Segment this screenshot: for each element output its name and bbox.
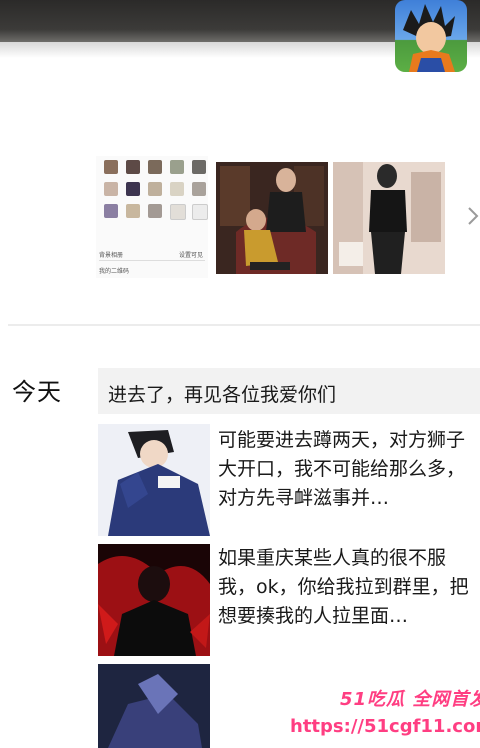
post-image[interactable] bbox=[98, 544, 210, 656]
settings-screenshot-thumb[interactable]: 背景相册 设置可见 我的二维码 bbox=[96, 156, 208, 278]
text-post[interactable]: 进去了，再见各位我爱你们 bbox=[98, 368, 480, 414]
text-post-content: 进去了，再见各位我爱你们 bbox=[108, 384, 337, 406]
photo-strip: 背景相册 设置可见 我的二维码 bbox=[96, 156, 480, 278]
date-label: 今天 bbox=[12, 378, 62, 406]
settings-row-qrcode: 我的二维码 bbox=[99, 268, 130, 275]
settings-row-album: 背景相册 设置可见 bbox=[99, 252, 204, 259]
post-image[interactable] bbox=[98, 424, 210, 536]
anime-character-icon bbox=[403, 4, 455, 72]
post-image[interactable] bbox=[98, 664, 210, 748]
watermark-url: https://51cgf11.com bbox=[290, 716, 480, 737]
chevron-right-icon[interactable] bbox=[466, 206, 480, 226]
section-divider bbox=[8, 324, 480, 326]
post-text: 如果重庆某些人真的很不服我，ok，你给我拉到群里，把想要揍我的人拉里面… bbox=[218, 547, 469, 627]
photo-thumb-man-room[interactable] bbox=[333, 162, 445, 274]
photo-thumb-man-sofa[interactable] bbox=[216, 162, 328, 274]
profile-avatar[interactable] bbox=[395, 0, 467, 72]
post-text: 可能要进去蹲两天，对方狮子大开口，我不可能给那么多，对方先寻衅滋事并… bbox=[218, 429, 466, 509]
watermark-logo: 51吃瓜 全网首发 bbox=[340, 689, 480, 710]
